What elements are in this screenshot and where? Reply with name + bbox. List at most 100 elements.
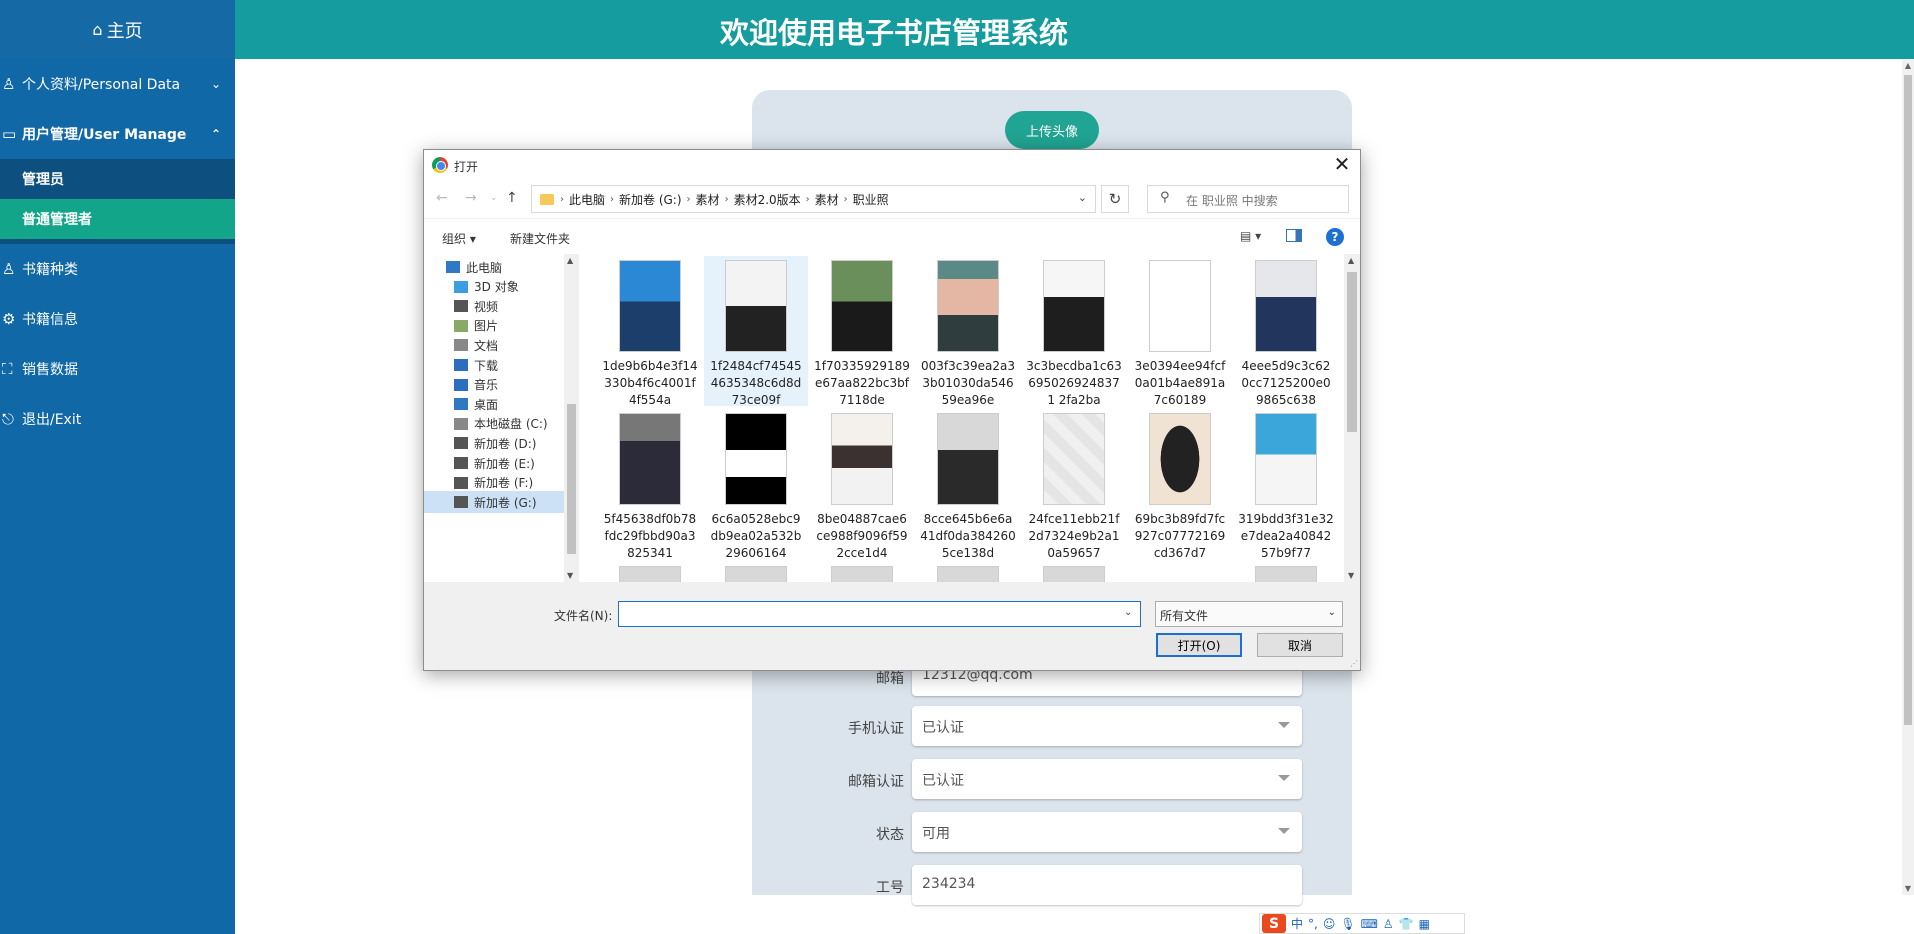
upload-avatar-button[interactable]: 上传头像 bbox=[1005, 111, 1099, 149]
image-thumbnail bbox=[619, 413, 681, 505]
sidebar-item-book-category[interactable]: ♙ 书籍种类 bbox=[0, 244, 235, 294]
sidebar-item-personal-data[interactable]: ♙ 个人资料/Personal Data ⌄ bbox=[0, 59, 235, 109]
sidebar-subitem-manager[interactable]: 普通管理者 bbox=[0, 199, 235, 239]
new-folder-button[interactable]: 新建文件夹 bbox=[510, 230, 570, 247]
scroll-up-icon[interactable]: ▲ bbox=[567, 256, 573, 265]
grid-icon[interactable]: ▦ bbox=[1419, 917, 1430, 931]
field-label: 手机认证 bbox=[848, 721, 904, 737]
address-bar[interactable]: › 此电脑 › 新加卷 (G:) › 素材 › 素材2.0版本 › 素材 › 职… bbox=[531, 185, 1096, 213]
open-button[interactable]: 打开(O) bbox=[1156, 633, 1242, 657]
file-item[interactable]: 1de9b6b4e3f14330b4f6c4001f4f554a bbox=[598, 256, 702, 407]
file-name: 24fce11ebb21f2d7324e9b2a10a59657 bbox=[1028, 512, 1120, 560]
phone-verify-select[interactable]: 已认证 bbox=[912, 706, 1302, 746]
file-item[interactable] bbox=[916, 562, 1020, 582]
file-scrollbar[interactable]: ▲ ▼ bbox=[1344, 254, 1360, 582]
breadcrumb-item[interactable]: 新加卷 (G:) bbox=[619, 191, 682, 208]
scroll-down-icon[interactable]: ▼ bbox=[1902, 884, 1914, 893]
file-item[interactable] bbox=[810, 562, 914, 582]
back-arrow-icon[interactable]: ← bbox=[436, 190, 448, 206]
form-row-employee-id: 工号 234234 bbox=[752, 865, 1352, 907]
scrollbar-thumb[interactable] bbox=[1347, 272, 1357, 432]
tree-item-label: 此电脑 bbox=[466, 260, 503, 275]
cancel-button[interactable]: 取消 bbox=[1257, 633, 1343, 657]
file-name: 69bc3b89fd7fc927c07772169cd367d7 bbox=[1134, 512, 1226, 560]
ime-lang-toggle[interactable]: 中 bbox=[1291, 915, 1303, 932]
punctuation-icon[interactable]: °, bbox=[1308, 917, 1318, 931]
page-scrollbar[interactable]: ▲ ▼ bbox=[1902, 59, 1914, 895]
breadcrumb-item[interactable]: 此电脑 bbox=[569, 191, 605, 208]
file-item[interactable]: 5f45638df0b78fdc29fbbd90a3825341 bbox=[598, 409, 702, 560]
sidebar-item-exit[interactable]: ⎋ 退出/Exit bbox=[0, 394, 235, 444]
pc-icon bbox=[446, 261, 460, 273]
dialog-titlebar[interactable]: 打开 ✕ bbox=[424, 150, 1360, 180]
scrollbar-thumb[interactable] bbox=[1904, 75, 1912, 725]
filetype-select[interactable]: 所有文件 ⌄ bbox=[1155, 601, 1343, 627]
status-select[interactable]: 可用 bbox=[912, 812, 1302, 852]
sidebar-home[interactable]: ⌂ 主页 bbox=[0, 0, 235, 59]
file-item[interactable]: 3e0394ee94fcf0a01b4ae891a7c60189 bbox=[1128, 256, 1232, 407]
filename-input[interactable] bbox=[618, 601, 1141, 627]
resize-grip-icon[interactable]: ⋰ bbox=[1350, 659, 1358, 668]
preview-pane-icon[interactable] bbox=[1286, 229, 1302, 242]
sidebar-submenu: 管理员 普通管理者 bbox=[0, 159, 235, 244]
file-item[interactable]: 6c6a0528ebc9db9ea02a532b29606164 bbox=[704, 409, 808, 560]
file-item[interactable]: 319bdd3f31e32e7dea2a4084257b9f77 bbox=[1234, 409, 1338, 560]
file-item[interactable] bbox=[1022, 562, 1126, 582]
file-item[interactable]: 003f3c39ea2a33b01030da54659ea96e bbox=[916, 256, 1020, 407]
scroll-down-icon[interactable]: ▼ bbox=[567, 571, 573, 580]
keyboard-icon[interactable]: ⌨ bbox=[1361, 917, 1378, 931]
employee-id-field[interactable]: 234234 bbox=[912, 865, 1302, 905]
file-item[interactable]: 4eee5d9c3c620cc7125200e09865c638 bbox=[1234, 256, 1338, 407]
breadcrumb-item[interactable]: 素材2.0版本 bbox=[734, 191, 801, 208]
forward-arrow-icon[interactable]: → bbox=[465, 190, 477, 206]
tree-item[interactable]: 新加卷 (G:) bbox=[424, 491, 564, 514]
breadcrumb-item[interactable]: 素材 bbox=[815, 191, 839, 208]
file-item[interactable]: 24fce11ebb21f2d7324e9b2a10a59657 bbox=[1022, 409, 1126, 560]
microphone-icon[interactable]: 🎙 bbox=[1340, 917, 1355, 931]
up-arrow-icon[interactable]: ↑ bbox=[506, 190, 518, 206]
sidebar-item-label: 用户管理/User Manage bbox=[22, 127, 187, 143]
scroll-down-icon[interactable]: ▼ bbox=[1348, 571, 1354, 580]
breadcrumb-item[interactable]: 素材 bbox=[696, 191, 720, 208]
search-input[interactable]: ⚲ 在 职业照 中搜索 bbox=[1147, 185, 1349, 213]
sidebar-item-user-manage[interactable]: ▭ 用户管理/User Manage ⌃ bbox=[0, 109, 235, 159]
sidebar-subitem-admin[interactable]: 管理员 bbox=[0, 159, 235, 199]
image-thumbnail bbox=[1255, 413, 1317, 505]
user-icon[interactable]: ♙ bbox=[1383, 917, 1394, 931]
chevron-down-icon[interactable]: ⌄ bbox=[1124, 607, 1132, 618]
file-item[interactable]: 3c3becdba1c636950269248371 2fa2ba bbox=[1022, 256, 1126, 407]
file-item[interactable]: 8be04887cae6ce988f9096f592cce1d4 bbox=[810, 409, 914, 560]
view-options-icon[interactable]: ▤ ▾ bbox=[1240, 229, 1261, 243]
file-item[interactable]: 1f70335929189e67aa822bc3bf7118de bbox=[810, 256, 914, 407]
breadcrumb-item[interactable]: 职业照 bbox=[853, 191, 889, 208]
caret-down-icon bbox=[1278, 722, 1290, 728]
close-icon[interactable]: ✕ bbox=[1330, 152, 1354, 176]
file-item[interactable] bbox=[704, 562, 808, 582]
file-item[interactable] bbox=[598, 562, 702, 582]
sidebar-item-book-info[interactable]: ⚙ 书籍信息 bbox=[0, 294, 235, 344]
scroll-up-icon[interactable]: ▲ bbox=[1348, 256, 1354, 265]
scroll-up-icon[interactable]: ▲ bbox=[1902, 61, 1914, 70]
sogou-logo-icon[interactable]: S bbox=[1262, 914, 1286, 933]
form-row-email-verify: 邮箱认证 已认证 bbox=[752, 759, 1352, 801]
chevron-down-icon[interactable]: ⌄ bbox=[1078, 191, 1087, 204]
drive-icon bbox=[454, 417, 468, 430]
file-item[interactable]: 69bc3b89fd7fc927c07772169cd367d7 bbox=[1128, 409, 1232, 560]
file-item[interactable] bbox=[1234, 562, 1338, 582]
organize-button[interactable]: 组织 ▾ bbox=[442, 230, 476, 247]
file-item[interactable]: 8cce645b6e6a41df0da3842605ce138d bbox=[916, 409, 1020, 560]
email-verify-select[interactable]: 已认证 bbox=[912, 759, 1302, 799]
refresh-button[interactable]: ↻ bbox=[1101, 185, 1129, 213]
emoji-icon[interactable]: ☺ bbox=[1323, 917, 1336, 931]
tree-scrollbar[interactable]: ▲ ▼ bbox=[564, 254, 579, 582]
ime-toolbar: S 中 °, ☺ 🎙 ⌨ ♙ 👕 ▦ bbox=[1259, 913, 1465, 934]
refresh-icon: ↻ bbox=[1108, 190, 1122, 208]
sidebar-item-sales-data[interactable]: ⛶ 销售数据 bbox=[0, 344, 235, 394]
recent-chevron-icon[interactable]: ⌄ bbox=[490, 193, 498, 203]
image-thumbnail bbox=[619, 566, 681, 582]
help-icon[interactable]: ? bbox=[1326, 228, 1344, 246]
scrollbar-thumb[interactable] bbox=[567, 404, 576, 554]
file-item[interactable]: 1f2484cf745454635348c6d8d73ce09f bbox=[704, 256, 808, 407]
tree-item-label: 桌面 bbox=[474, 397, 499, 412]
skin-icon[interactable]: 👕 bbox=[1399, 917, 1414, 931]
